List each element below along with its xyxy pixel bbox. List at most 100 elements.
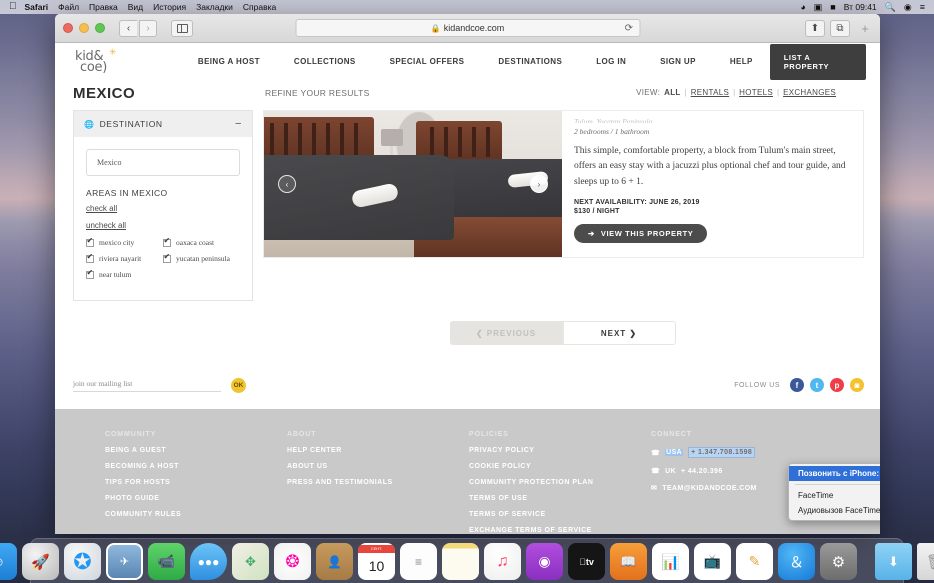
nav-item-log-in[interactable]: LOG IN	[579, 57, 643, 66]
list-a-property-button[interactable]: LIST A PROPERTY	[770, 44, 866, 80]
menu-item-bookmarks[interactable]: Закладки	[196, 2, 233, 12]
email-address[interactable]: TEAM@KIDANDCOE.COM	[662, 485, 757, 492]
next-page-button[interactable]: NEXT ❯	[563, 321, 676, 345]
twitter-icon[interactable]: t	[810, 378, 824, 392]
tab-overview-button[interactable]: ⧉	[830, 20, 850, 37]
back-button[interactable]: ‹	[119, 20, 137, 37]
menu-item-view[interactable]: Вид	[128, 2, 143, 12]
notes-icon[interactable]	[442, 543, 479, 580]
screen-mirroring-icon[interactable]: ▣	[814, 3, 823, 12]
pages-icon[interactable]: ✎	[736, 543, 773, 580]
reload-icon[interactable]: ⟳	[625, 23, 633, 34]
footer-link-being-a-guest[interactable]: BEING A GUEST	[105, 447, 287, 454]
mail-icon[interactable]: ✈	[106, 543, 143, 580]
carousel-next-icon[interactable]: ›	[530, 175, 548, 193]
context-menu-call-with-iphone[interactable]: Позвонить с iPhone: +1 (347) 708-1598	[789, 466, 880, 481]
footer-link-community-protection-plan[interactable]: COMMUNITY PROTECTION PLAN	[469, 479, 651, 486]
footer-link-becoming-a-host[interactable]: BECOMING A HOST	[105, 463, 287, 470]
area-checkbox-riviera-nayarit[interactable]: riviera nayarit	[86, 254, 163, 263]
mailing-list-input[interactable]: join our mailing list	[73, 379, 221, 392]
calendar-icon[interactable]: СЕНТ. 10	[358, 543, 395, 580]
new-tab-button[interactable]: +	[858, 21, 872, 36]
system-preferences-icon[interactable]: ⚙	[820, 543, 857, 580]
uk-phone-number[interactable]: + 44.20.396	[681, 468, 723, 475]
maps-icon[interactable]: ✥	[232, 543, 269, 580]
messages-icon[interactable]: ●●●	[190, 543, 227, 580]
view-option-all[interactable]: ALL	[664, 88, 680, 97]
view-option-rentals[interactable]: RENTALS	[691, 88, 729, 97]
footer-link-terms-of-service[interactable]: TERMS OF SERVICE	[469, 511, 651, 518]
footer-link-tips-for-hosts[interactable]: TIPS FOR HOSTS	[105, 479, 287, 486]
carousel-prev-icon[interactable]: ‹	[278, 175, 296, 193]
pinterest-icon[interactable]: p	[830, 378, 844, 392]
minimize-window-button[interactable]	[79, 23, 89, 33]
menu-bar-clock[interactable]: Вт 09:41	[844, 2, 877, 12]
apple-tv-icon[interactable]: tv	[568, 543, 605, 580]
uncheck-all-link[interactable]: uncheck all	[86, 221, 240, 230]
checkbox-icon[interactable]	[86, 271, 94, 279]
trash-icon[interactable]: 🗑	[917, 543, 934, 580]
nav-item-help[interactable]: HELP	[713, 57, 770, 66]
destination-input[interactable]: Mexico	[86, 149, 240, 176]
menu-item-safari[interactable]: Safari	[25, 2, 49, 12]
area-checkbox-oaxaca-coast[interactable]: oaxaca coast	[163, 238, 240, 247]
spotlight-search-icon[interactable]: 🔍	[885, 3, 896, 12]
contacts-icon[interactable]: 👤	[316, 543, 353, 580]
nav-item-being-a-host[interactable]: BEING A HOST	[181, 57, 277, 66]
keynote-icon[interactable]: 📺	[694, 543, 731, 580]
nav-item-sign-up[interactable]: SIGN UP	[643, 57, 713, 66]
maximize-window-button[interactable]	[95, 23, 105, 33]
address-bar[interactable]: 🔒 kidandcoe.com ⟳	[295, 19, 640, 37]
share-button[interactable]: ⬆	[805, 20, 825, 37]
podcasts-icon[interactable]: ◉	[526, 543, 563, 580]
view-option-hotels[interactable]: HOTELS	[739, 88, 773, 97]
books-icon[interactable]: 📖	[610, 543, 647, 580]
phone-context-menu[interactable]: Позвонить с iPhone: +1 (347) 708-1598 Fa…	[788, 463, 880, 521]
app-store-icon[interactable]: ＆	[778, 543, 815, 580]
check-all-link[interactable]: check all	[86, 204, 240, 213]
checkbox-icon[interactable]	[163, 255, 171, 263]
numbers-icon[interactable]: 📊	[652, 543, 689, 580]
apple-logo-icon[interactable]: 	[9, 2, 17, 12]
music-icon[interactable]: ♫	[484, 543, 521, 580]
siri-icon[interactable]: ◉	[904, 3, 912, 12]
footer-link-help-center[interactable]: HELP CENTER	[287, 447, 469, 454]
wifi-icon[interactable]: ◕	[800, 3, 805, 12]
property-photo[interactable]: ‹ ›	[264, 111, 562, 257]
downloads-folder-icon[interactable]: ⬇	[875, 543, 912, 580]
footer-link-cookie-policy[interactable]: COOKIE POLICY	[469, 463, 651, 470]
reminders-icon[interactable]: ≡	[400, 543, 437, 580]
facebook-icon[interactable]: f	[790, 378, 804, 392]
view-this-property-button[interactable]: ➔ VIEW THIS PROPERTY	[574, 224, 707, 243]
footer-link-photo-guide[interactable]: PHOTO GUIDE	[105, 495, 287, 502]
checkbox-icon[interactable]	[163, 239, 171, 247]
property-listing-card[interactable]: ‹ › Tulum, Yucatan Peninsula 2 bedrooms …	[263, 110, 864, 258]
nav-item-collections[interactable]: COLLECTIONS	[277, 57, 373, 66]
usa-phone-number[interactable]: + 1.347.708.1598	[688, 447, 755, 458]
sidebar-toggle-button[interactable]	[171, 20, 193, 37]
footer-link-community-rules[interactable]: COMMUNITY RULES	[105, 511, 287, 518]
battery-icon[interactable]: ■	[830, 3, 835, 12]
checkbox-icon[interactable]	[86, 239, 94, 247]
destination-filter-header[interactable]: 🌐 DESTINATION −	[74, 111, 252, 137]
area-checkbox-near-tulum[interactable]: near tulum	[86, 270, 163, 279]
area-checkbox-yucatan-peninsula[interactable]: yucatan peninsula	[163, 254, 240, 263]
view-option-exchanges[interactable]: EXCHANGES	[783, 88, 836, 97]
checkbox-icon[interactable]	[86, 255, 94, 263]
instagram-icon[interactable]: ◙	[850, 378, 864, 392]
control-center-icon[interactable]: ≡	[920, 3, 925, 12]
finder-icon[interactable]: ☺	[0, 543, 17, 580]
footer-phone-usa[interactable]: ☎ USA + 1.347.708.1598	[651, 447, 856, 458]
footer-link-press-and-testimonials[interactable]: PRESS AND TESTIMONIALS	[287, 479, 469, 486]
context-menu-facetime[interactable]: FaceTime	[789, 488, 880, 503]
facetime-icon[interactable]: 📹	[148, 543, 185, 580]
forward-button[interactable]: ›	[139, 20, 157, 37]
menu-item-file[interactable]: Файл	[58, 2, 79, 12]
photos-icon[interactable]: ❂	[274, 543, 311, 580]
context-menu-facetime-audio[interactable]: Аудиовызов FaceTime	[789, 503, 880, 518]
menu-item-help[interactable]: Справка	[243, 2, 276, 12]
footer-link-exchange-terms-of-service[interactable]: EXCHANGE TERMS OF SERVICE	[469, 527, 651, 534]
nav-item-special-offers[interactable]: SPECIAL OFFERS	[373, 57, 482, 66]
nav-item-destinations[interactable]: DESTINATIONS	[481, 57, 579, 66]
footer-link-terms-of-use[interactable]: TERMS OF USE	[469, 495, 651, 502]
